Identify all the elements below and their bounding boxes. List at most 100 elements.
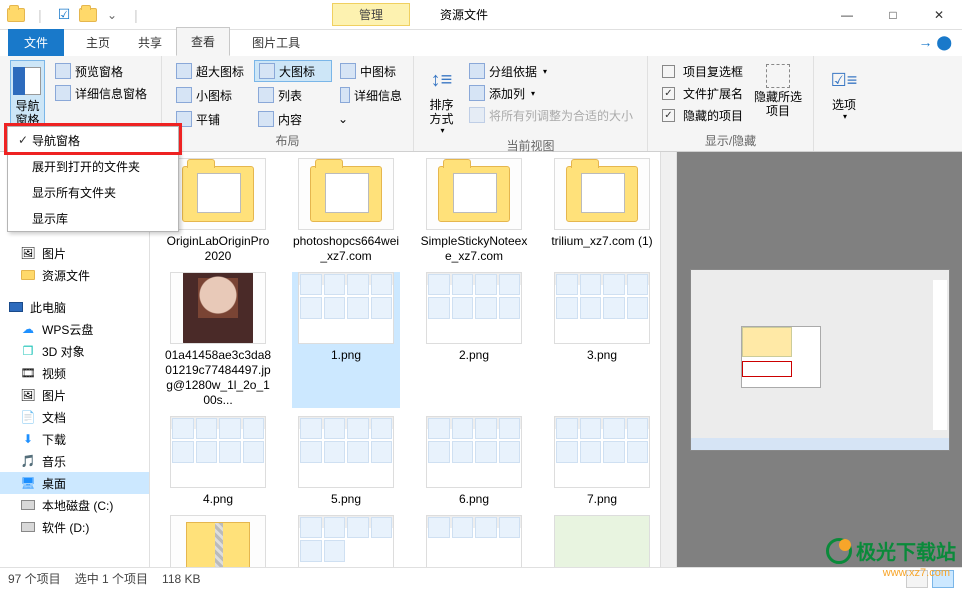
file-name: photoshopcs664wei_xz7.com <box>292 234 400 264</box>
music-icon: 🎵 <box>20 453 36 469</box>
group-show-hide-label: 显示/隐藏 <box>658 130 803 149</box>
nav-disk-d[interactable]: 软件 (D:) <box>0 516 149 538</box>
file-item[interactable]: 6.png <box>420 416 528 507</box>
window-title: 资源文件 <box>440 6 488 23</box>
file-item[interactable] <box>164 515 272 567</box>
file-ext-toggle[interactable]: 文件扩展名 <box>658 82 747 104</box>
preview-pane-icon <box>55 63 71 79</box>
layout-small[interactable]: 小图标 <box>172 84 250 106</box>
layout-list-label: 列表 <box>278 87 302 104</box>
tab-file[interactable]: 文件 <box>8 29 64 56</box>
file-name: 6.png <box>459 492 489 507</box>
group-show-hide: 项目复选框 文件扩展名 隐藏的项目 隐藏所选项目 显示/隐藏 <box>648 56 814 151</box>
maximize-button[interactable]: □ <box>870 0 916 30</box>
layout-medium[interactable]: 中图标 <box>336 60 406 82</box>
nav-videos[interactable]: 🎞视频 <box>0 362 149 384</box>
large-icon <box>259 63 275 79</box>
file-item[interactable] <box>420 515 528 567</box>
file-item[interactable]: OriginLabOriginPro2020 <box>164 158 272 264</box>
file-name: 4.png <box>203 492 233 507</box>
nav-this-pc-label: 此电脑 <box>30 299 66 316</box>
file-item[interactable]: 01a41458ae3c3da801219c77484497.jpg@1280w… <box>164 272 272 408</box>
nav-documents[interactable]: 📄文档 <box>0 406 149 428</box>
nav-music[interactable]: 🎵音乐 <box>0 450 149 472</box>
tab-view[interactable]: 查看 <box>176 27 230 56</box>
size-all-columns-button: 将所有列调整为合适的大小 <box>465 104 637 126</box>
layout-details[interactable]: 详细信息 <box>336 84 406 106</box>
layout-content[interactable]: 内容 <box>254 108 332 130</box>
view-details-button[interactable] <box>906 570 928 588</box>
nav-downloads[interactable]: ⬇下载 <box>0 428 149 450</box>
hidden-items-label: 隐藏的项目 <box>683 107 743 124</box>
file-item[interactable]: 4.png <box>164 416 272 507</box>
qat-dropdown-icon[interactable]: ⌄ <box>100 3 124 27</box>
file-item[interactable]: photoshopcs664wei_xz7.com <box>292 158 400 264</box>
qat-separator-2: | <box>124 3 148 27</box>
layout-more[interactable]: ⌄ <box>336 108 350 130</box>
details-pane-icon <box>55 85 71 101</box>
group-by-button[interactable]: 分组依据▾ <box>465 60 637 82</box>
thumbnail <box>554 515 650 567</box>
nav-desktop[interactable]: 🖥桌面 <box>0 472 149 494</box>
sort-icon: ↕≡ <box>425 64 457 96</box>
tab-home[interactable]: 主页 <box>72 29 124 56</box>
qat-folder-icon[interactable] <box>76 3 100 27</box>
tiles-icon <box>176 111 192 127</box>
tab-picture-tools[interactable]: 图片工具 <box>238 29 314 56</box>
layout-tiles-label: 平铺 <box>196 111 220 128</box>
nav-resource-label: 资源文件 <box>42 267 90 284</box>
nav-3d[interactable]: ❒3D 对象 <box>0 340 149 362</box>
details-pane-button[interactable]: 详细信息窗格 <box>51 82 151 104</box>
minimize-button[interactable]: — <box>824 0 870 30</box>
file-row: 4.png 5.png 6.png 7.png <box>164 416 656 507</box>
view-thumbnails-button[interactable] <box>932 570 954 588</box>
menu-nav-pane[interactable]: ✓导航窗格 <box>8 127 178 153</box>
file-item[interactable]: 7.png <box>548 416 656 507</box>
window-controls: — □ ✕ <box>824 0 962 30</box>
layout-tiles[interactable]: 平铺 <box>172 108 250 130</box>
file-item[interactable] <box>548 515 656 567</box>
file-item[interactable]: 5.png <box>292 416 400 507</box>
menu-show-libs[interactable]: 显示库 <box>8 205 178 231</box>
item-checkboxes-toggle[interactable]: 项目复选框 <box>658 60 747 82</box>
close-button[interactable]: ✕ <box>916 0 962 30</box>
file-grid[interactable]: OriginLabOriginPro2020 photoshopcs664wei_… <box>150 152 660 567</box>
file-item[interactable]: 1.png <box>292 272 400 408</box>
properties-checkbox-icon[interactable]: ☑ <box>52 3 76 27</box>
folder-icon[interactable] <box>4 3 28 27</box>
add-columns-button[interactable]: 添加列▾ <box>465 82 637 104</box>
file-name: OriginLabOriginPro2020 <box>164 234 272 264</box>
preview-pane-button[interactable]: 预览窗格 <box>51 60 151 82</box>
file-item[interactable]: 3.png <box>548 272 656 408</box>
menu-expand-open[interactable]: 展开到打开的文件夹 <box>8 153 178 179</box>
hide-selected-button[interactable]: 隐藏所选项目 <box>753 60 803 130</box>
sort-by-button[interactable]: ↕≡ 排序方式 ▾ <box>424 60 459 135</box>
layout-extra-large[interactable]: 超大图标 <box>172 60 250 82</box>
nav-resource-folder[interactable]: 资源文件 <box>0 264 149 286</box>
file-item[interactable]: SimpleStickyNoteexe_xz7.com <box>420 158 528 264</box>
navigation-pane-label: 导航窗格 <box>11 99 44 127</box>
menu-show-all[interactable]: 显示所有文件夹 <box>8 179 178 205</box>
nav-pictures2[interactable]: 🖼图片 <box>0 384 149 406</box>
file-item[interactable]: 2.png <box>420 272 528 408</box>
list-icon <box>258 87 274 103</box>
vertical-scrollbar[interactable] <box>660 152 676 567</box>
thumbnail <box>426 416 522 488</box>
nav-this-pc[interactable]: 此电脑 <box>0 296 149 318</box>
layout-content-label: 内容 <box>278 111 302 128</box>
file-item[interactable]: trilium_xz7.com (1) <box>548 158 656 264</box>
hide-icon <box>766 64 790 88</box>
layout-medium-label: 中图标 <box>360 63 396 80</box>
file-item[interactable] <box>292 515 400 567</box>
layout-large[interactable]: 大图标 <box>254 60 332 82</box>
help-icon[interactable]: → ⬤ <box>918 34 952 51</box>
hidden-items-toggle[interactable]: 隐藏的项目 <box>658 104 747 126</box>
options-button[interactable]: ☑≡ 选项 ▾ <box>824 60 864 133</box>
video-icon: 🎞 <box>20 365 36 381</box>
layout-list[interactable]: 列表 <box>254 84 332 106</box>
nav-wps[interactable]: ☁WPS云盘 <box>0 318 149 340</box>
tab-share[interactable]: 共享 <box>124 29 176 56</box>
nav-pictures[interactable]: 🖼图片 <box>0 242 149 264</box>
zip-icon <box>186 522 250 567</box>
nav-disk-c[interactable]: 本地磁盘 (C:) <box>0 494 149 516</box>
